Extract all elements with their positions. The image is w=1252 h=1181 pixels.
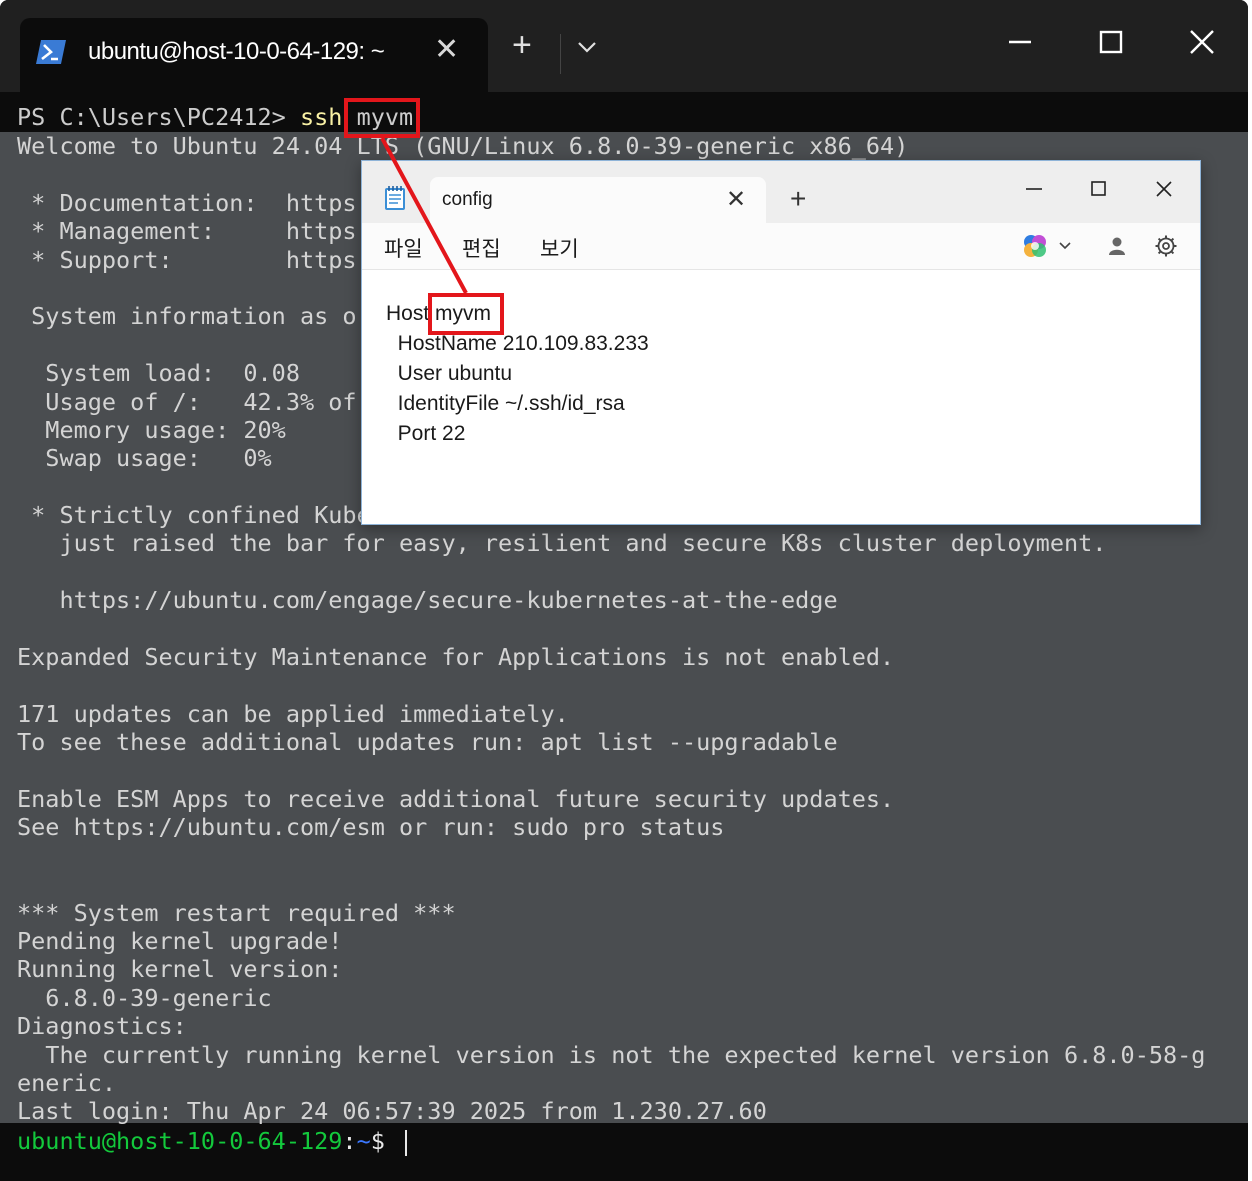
notepad-tab[interactable]: config ✕ bbox=[430, 177, 766, 223]
notepad-tab-bar: config ✕ + bbox=[362, 161, 1200, 223]
ssh-command: ssh bbox=[299, 103, 343, 131]
config-port-line: Port 22 bbox=[386, 422, 466, 445]
notepad-menu-bar: 파일 편집 보기 bbox=[362, 223, 1200, 270]
output-line: The currently running kernel version is … bbox=[17, 1040, 1206, 1069]
notepad-window[interactable]: config ✕ + 파일 편집 보기 Host myvm HostName 2… bbox=[361, 160, 1201, 525]
output-line: 171 updates can be applied immediately. bbox=[17, 699, 569, 728]
account-icon[interactable] bbox=[1106, 235, 1128, 257]
menu-file[interactable]: 파일 bbox=[384, 233, 423, 263]
output-line: Welcome to Ubuntu 24.04 LTS (GNU/Linux 6… bbox=[17, 132, 909, 160]
prompt-symbol: $ bbox=[370, 1127, 400, 1155]
output-line: https://ubuntu.com/engage/secure-kuberne… bbox=[17, 586, 838, 615]
copilot-chevron-down-icon[interactable] bbox=[1058, 239, 1072, 253]
copilot-icon[interactable] bbox=[1022, 233, 1048, 259]
output-line: Pending kernel upgrade! bbox=[17, 926, 343, 955]
prompt-user: ubuntu@host-10-0-64-129 bbox=[17, 1127, 343, 1155]
chevron-down-icon[interactable] bbox=[576, 36, 598, 58]
highlight-box-config-host bbox=[428, 293, 504, 335]
output-line: *** System restart required *** bbox=[17, 898, 456, 927]
tab-title: ubuntu@host-10-0-64-129: ~ bbox=[88, 38, 385, 65]
shell-prompt[interactable]: ubuntu@host-10-0-64-129:~$ bbox=[17, 1126, 408, 1156]
tab-close-icon[interactable]: ✕ bbox=[434, 32, 459, 67]
notepad-tab-title: config bbox=[442, 189, 493, 210]
terminal-tab[interactable]: ubuntu@host-10-0-64-129: ~ ✕ bbox=[20, 18, 488, 92]
config-host-key: Host bbox=[386, 302, 430, 325]
config-user-line: User ubuntu bbox=[386, 362, 513, 385]
output-line: Expanded Security Maintenance for Applic… bbox=[17, 643, 895, 672]
notepad-maximize-icon[interactable] bbox=[1082, 173, 1114, 205]
new-tab-button[interactable]: + bbox=[512, 28, 532, 62]
notepad-minimize-icon[interactable] bbox=[1018, 173, 1050, 205]
output-line: See https://ubuntu.com/esm or run: sudo … bbox=[17, 813, 725, 842]
output-line: Last login: Thu Apr 24 06:57:39 2025 fro… bbox=[17, 1097, 767, 1126]
output-line: eneric. bbox=[17, 1068, 117, 1097]
text-cursor bbox=[405, 1129, 408, 1156]
menu-view[interactable]: 보기 bbox=[540, 233, 579, 263]
notepad-icon bbox=[384, 185, 406, 211]
output-line: Running kernel version: bbox=[17, 955, 343, 984]
prompt-colon: : bbox=[342, 1127, 357, 1155]
notepad-tab-close-icon[interactable]: ✕ bbox=[726, 185, 746, 214]
powershell-icon bbox=[36, 40, 66, 64]
config-identityfile-line: IdentityFile ~/.ssh/id_rsa bbox=[386, 392, 625, 415]
prompt-path: ~ bbox=[356, 1127, 371, 1155]
output-line: To see these additional updates run: apt… bbox=[17, 728, 838, 757]
settings-gear-icon[interactable] bbox=[1154, 234, 1178, 258]
output-line: Diagnostics: bbox=[17, 1012, 187, 1041]
terminal-tab-bar: ubuntu@host-10-0-64-129: ~ ✕ + bbox=[0, 0, 1248, 92]
ps-prompt: PS C:\Users\PC2412> bbox=[17, 103, 300, 131]
notepad-close-icon[interactable] bbox=[1148, 173, 1180, 205]
notepad-new-tab-button[interactable]: + bbox=[790, 185, 806, 213]
output-line: 6.8.0-39-generic bbox=[17, 983, 272, 1012]
maximize-icon[interactable] bbox=[1091, 22, 1131, 62]
highlight-box-ssh-host bbox=[344, 98, 420, 138]
output-line: just raised the bar for easy, resilient … bbox=[17, 529, 1107, 558]
menu-edit[interactable]: 편집 bbox=[462, 233, 501, 263]
output-line: Enable ESM Apps to receive additional fu… bbox=[17, 784, 895, 813]
tab-separator bbox=[560, 34, 561, 74]
minimize-icon[interactable] bbox=[1000, 22, 1040, 62]
close-icon[interactable] bbox=[1182, 22, 1222, 62]
config-hostname-line: HostName 210.109.83.233 bbox=[386, 332, 649, 355]
